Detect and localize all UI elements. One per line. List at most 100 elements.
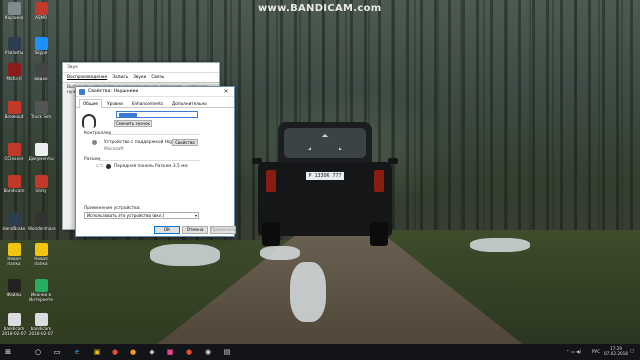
app-icon[interactable]: ▤ bbox=[222, 346, 232, 357]
desktop-icon[interactable]: Bandicam bbox=[1, 175, 27, 194]
app-icon bbox=[34, 101, 48, 114]
desktop-icon[interactable]: Wondershare bbox=[28, 213, 56, 232]
bandicam-taskbar-icon[interactable]: ● bbox=[184, 346, 194, 357]
desktop-icon[interactable]: bandicam 2018-02-07 bbox=[1, 313, 27, 336]
tab-sounds[interactable]: Звуки bbox=[133, 75, 146, 80]
desktop-icon-label: bandicam 2018-02-07 bbox=[28, 326, 54, 336]
ok-button[interactable]: ОК bbox=[154, 226, 180, 234]
tray-icons[interactable]: ⌃ ▭ ◀) bbox=[566, 349, 581, 354]
desktop-icon[interactable]: HandBrake bbox=[1, 213, 27, 232]
device-name-input[interactable] bbox=[116, 111, 198, 118]
range-rover-car: Р 133ОК 777 bbox=[252, 122, 398, 246]
notifications-icon[interactable]: ▢ bbox=[630, 348, 634, 353]
tab-communications[interactable]: Связь bbox=[151, 75, 164, 80]
desktop-icon-label: Утилиты bbox=[4, 50, 24, 55]
speaker-icon bbox=[79, 88, 85, 95]
language-indicator[interactable]: РУС bbox=[592, 349, 600, 354]
snow-patch bbox=[290, 262, 326, 322]
yandex-browser-icon[interactable]: ● bbox=[110, 346, 120, 357]
desktop-icon[interactable]: Иконки в Интернете bbox=[28, 279, 54, 302]
app-icon[interactable]: ◆ bbox=[147, 346, 157, 357]
desktop-icon[interactable]: ASMR bbox=[28, 2, 54, 21]
usage-select[interactable]: Использовать это устройство (вкл.) ▾ bbox=[84, 212, 199, 219]
clock[interactable]: 17:29 07.02.2018 bbox=[604, 346, 628, 356]
desktop-icon[interactable]: Новая папка bbox=[1, 243, 27, 266]
app-icon bbox=[34, 37, 48, 50]
app-icon bbox=[7, 243, 21, 256]
desktop-icon-label: ASMR bbox=[34, 15, 48, 20]
desktop-icon-label: Документы bbox=[28, 156, 54, 161]
license-plate: Р 133ОК 777 bbox=[306, 172, 344, 180]
file-explorer-icon[interactable]: ▣ bbox=[92, 346, 102, 357]
bandicam-watermark: www.BANDICAM.com bbox=[258, 3, 382, 14]
edge-browser-icon[interactable]: e bbox=[72, 346, 82, 357]
change-icon-button[interactable]: Сменить значок bbox=[114, 120, 152, 127]
snow-patch bbox=[150, 244, 220, 266]
firefox-icon[interactable]: ● bbox=[128, 346, 138, 357]
app-icon bbox=[34, 143, 48, 156]
tab-recording[interactable]: Запись bbox=[112, 75, 128, 80]
snow-patch bbox=[260, 246, 300, 260]
search-icon[interactable]: ○ bbox=[33, 346, 43, 357]
tab-levels[interactable]: Уровни bbox=[103, 99, 127, 107]
desktop-icon[interactable]: Truck Sim bbox=[28, 101, 54, 120]
desktop-icon-label: Файлы bbox=[6, 292, 22, 297]
app-icon bbox=[7, 279, 21, 292]
sound-settings-icon[interactable]: ◉ bbox=[203, 346, 213, 357]
usage-value: Использовать это устройство (вкл.) bbox=[87, 213, 165, 218]
app-icon bbox=[7, 2, 21, 15]
start-windows-icon[interactable]: ⊞ bbox=[3, 346, 13, 357]
tab-enhancements[interactable]: Enhancements bbox=[128, 99, 167, 107]
desktop-icon-label: bandicam 2018-02-07 bbox=[1, 326, 27, 336]
desktop-icon[interactable]: CCleaner bbox=[1, 143, 27, 162]
desktop-icon[interactable]: видео bbox=[28, 63, 54, 82]
desktop-icon-label: Skype bbox=[34, 50, 48, 55]
desktop-icon-label: HandBrake bbox=[2, 226, 26, 231]
desktop-icon-label: Новая папка bbox=[7, 256, 21, 266]
desktop-icon[interactable]: bandicam 2018-02-07 bbox=[28, 313, 54, 336]
desktop-icon-label: Иконки в Интернете bbox=[29, 292, 53, 302]
desktop-icon-label: Bandicam bbox=[3, 188, 25, 193]
desktop-icon[interactable]: Mafia II bbox=[1, 63, 27, 82]
tab-advanced[interactable]: Дополнительно bbox=[168, 99, 211, 107]
apply-button[interactable]: Применить bbox=[210, 226, 236, 234]
close-icon[interactable]: ✕ bbox=[221, 88, 231, 95]
app-icon bbox=[34, 243, 48, 256]
app-icon bbox=[7, 101, 21, 114]
tab-general[interactable]: Общие bbox=[79, 99, 103, 108]
desktop-icon[interactable]: Unity bbox=[28, 175, 54, 194]
desktop-icon-label: Wondershare bbox=[28, 226, 56, 231]
desktop-icon[interactable]: Утилиты bbox=[1, 37, 27, 56]
desktop-icon[interactable]: Корзина bbox=[1, 2, 27, 21]
app-icon[interactable]: ■ bbox=[165, 346, 175, 357]
app-icon bbox=[34, 2, 48, 15]
app-icon bbox=[7, 63, 21, 76]
app-icon bbox=[7, 213, 21, 226]
app-icon bbox=[34, 175, 48, 188]
desktop-icon[interactable]: Новая папка bbox=[28, 243, 54, 266]
task-view-icon[interactable]: ▭ bbox=[52, 346, 62, 357]
desktop-icon[interactable]: Документы bbox=[28, 143, 54, 162]
clock-date: 07.02.2018 bbox=[604, 351, 628, 356]
desktop-icon[interactable]: Breakout bbox=[1, 101, 27, 120]
controller-icon bbox=[92, 140, 97, 145]
desktop-icon[interactable]: Skype bbox=[28, 37, 54, 56]
snow-patch bbox=[470, 238, 530, 252]
sound-window-title: Звук bbox=[63, 63, 219, 73]
cancel-button[interactable]: Отмена bbox=[182, 226, 208, 234]
app-icon bbox=[34, 213, 48, 226]
jack-color-icon bbox=[106, 164, 111, 169]
desktop-icon-label: Корзина bbox=[4, 15, 24, 20]
app-icon bbox=[7, 143, 21, 156]
app-icon bbox=[34, 279, 48, 292]
headphones-icon bbox=[82, 114, 96, 128]
app-icon bbox=[7, 313, 21, 326]
chevron-down-icon: ▾ bbox=[194, 213, 197, 218]
dialog-title: Свойства: Наушники bbox=[88, 89, 139, 94]
controller-properties-button[interactable]: Свойства bbox=[172, 139, 198, 146]
desktop-icon[interactable]: Файлы bbox=[1, 279, 27, 298]
desktop-icon-label: CCleaner bbox=[4, 156, 24, 161]
tab-playback[interactable]: Воспроизведение bbox=[67, 75, 107, 80]
app-icon bbox=[7, 37, 21, 50]
desktop-icon-label: Unity bbox=[35, 188, 47, 193]
